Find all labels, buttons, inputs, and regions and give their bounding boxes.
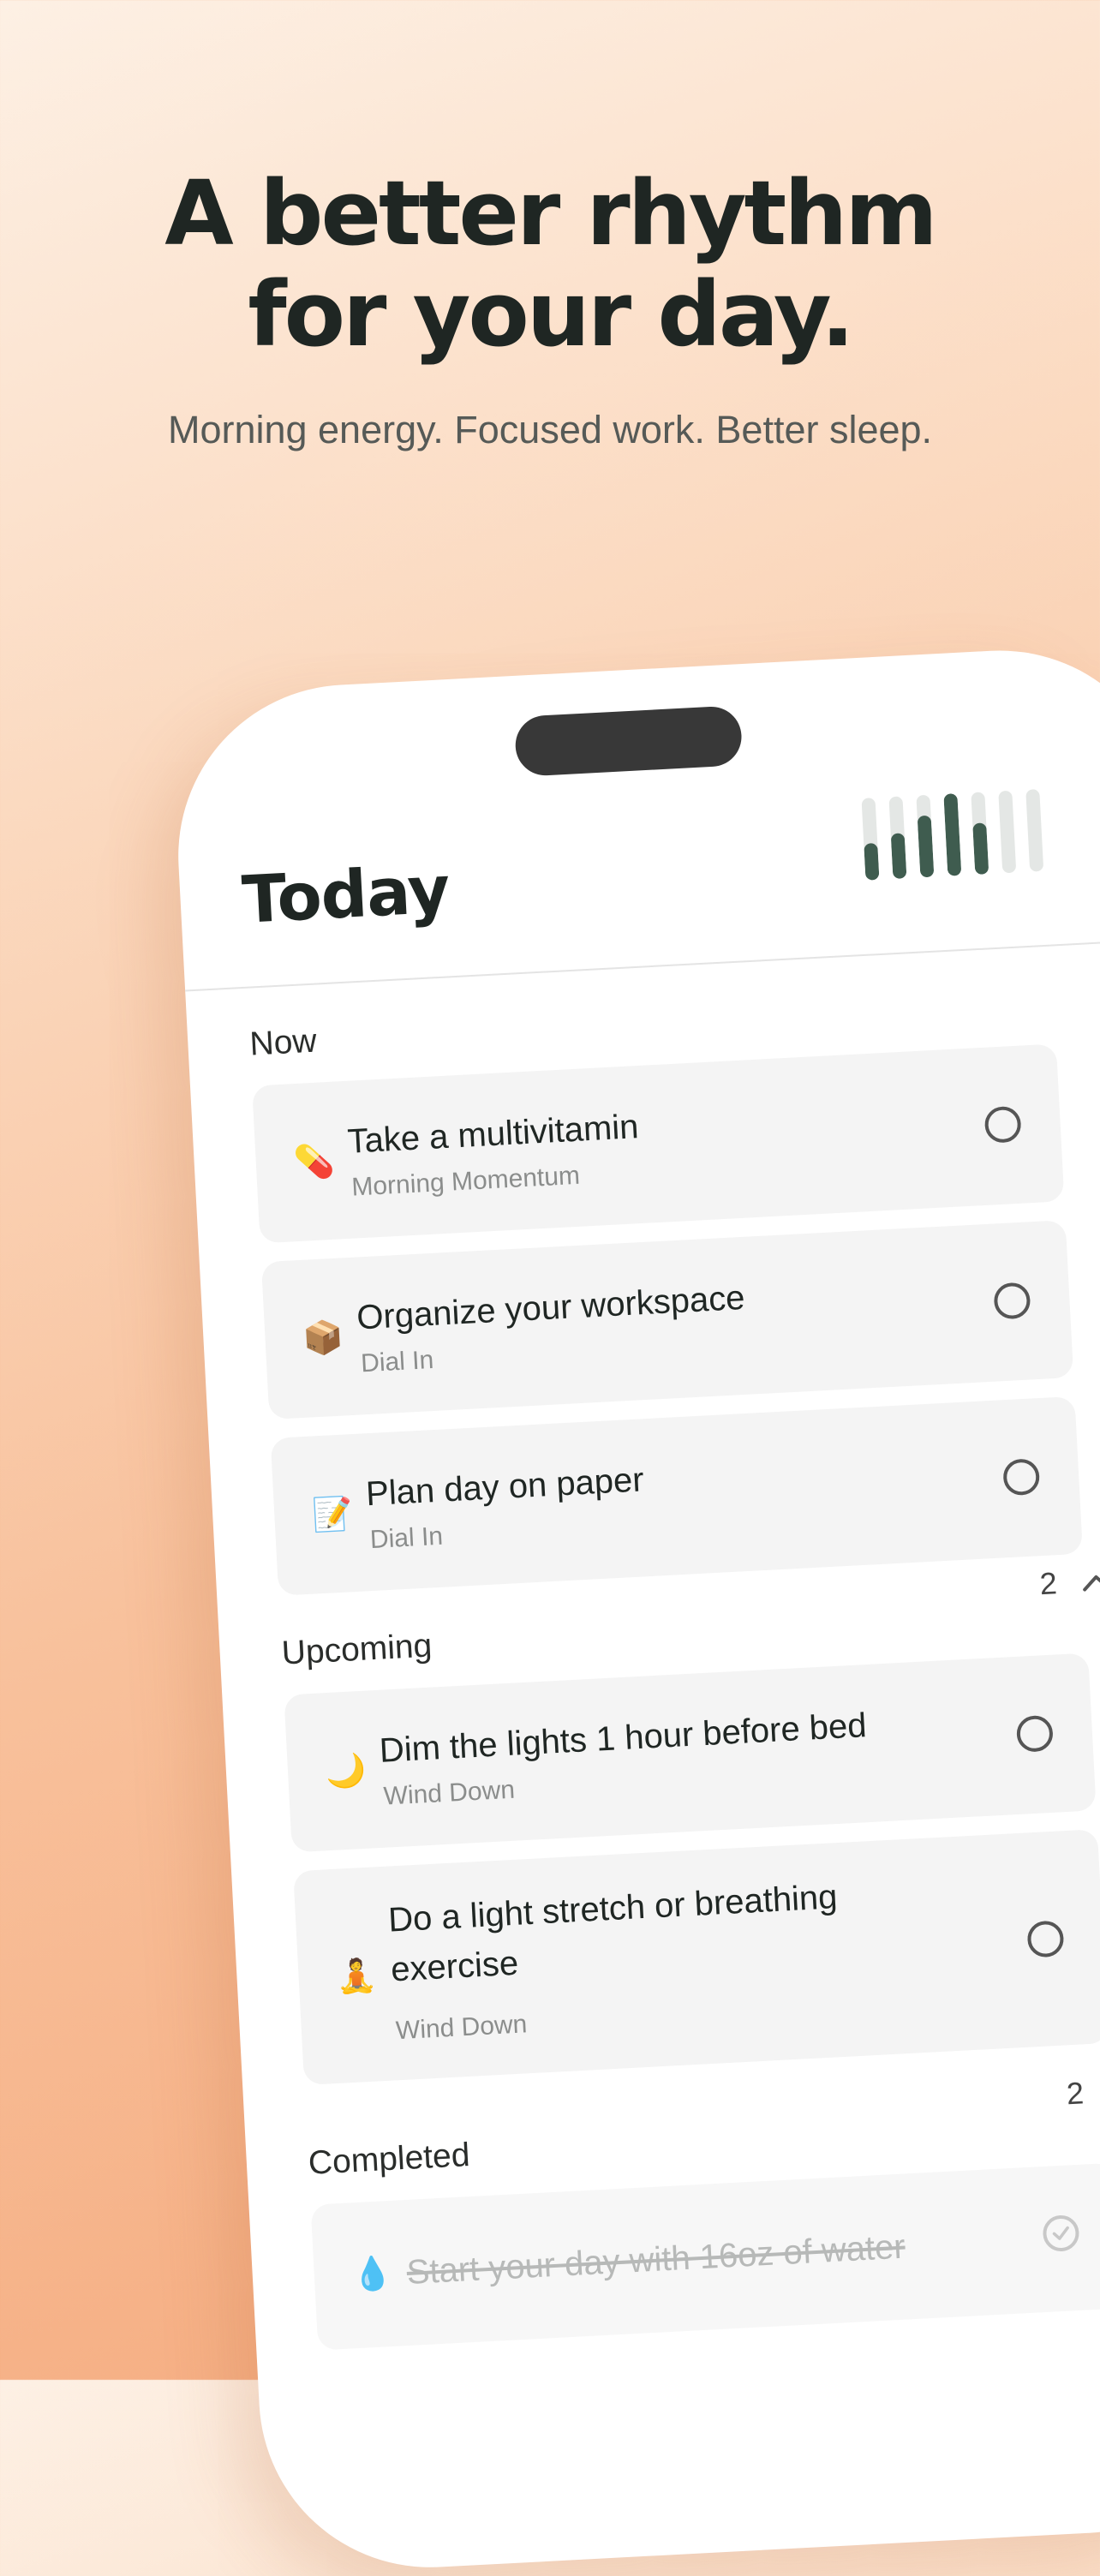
hero-headline: A better rhythm for your day. bbox=[0, 163, 1100, 365]
progress-bar bbox=[971, 792, 989, 876]
task-card[interactable]: 🌙 Dim the lights 1 hour before bed Wind … bbox=[284, 1653, 1097, 1853]
circle-check-icon[interactable] bbox=[1002, 1458, 1041, 1497]
task-title: Plan day on paper bbox=[365, 1461, 645, 1514]
phone-mockup: Today Now 💊 Take a multivitamin Morning … bbox=[170, 642, 1100, 2576]
hero-headline-line1: A better rhythm bbox=[164, 161, 937, 266]
section-count-completed: 2 bbox=[1065, 2075, 1085, 2112]
memo-icon: 📝 bbox=[311, 1494, 354, 1534]
task-routine: Wind Down bbox=[395, 2010, 529, 2046]
progress-bar-fill bbox=[972, 822, 989, 876]
task-routine: Wind Down bbox=[382, 1775, 516, 1811]
progress-bars bbox=[861, 776, 1054, 881]
section-label-completed: Completed bbox=[307, 2137, 471, 2182]
hero-subhead: Morning energy. Focused work. Better sle… bbox=[167, 408, 933, 451]
task-title: Take a multivitamin bbox=[346, 1108, 640, 1161]
task-card[interactable]: 📦 Organize your workspace Dial In bbox=[260, 1220, 1074, 1420]
progress-bar-fill bbox=[890, 833, 907, 880]
task-title: Dim the lights 1 hour before bed bbox=[378, 1706, 868, 1770]
header-divider bbox=[185, 937, 1100, 992]
task-title: Start your day with 16oz of water bbox=[405, 2227, 906, 2292]
progress-bar bbox=[998, 790, 1017, 874]
progress-bar bbox=[861, 798, 880, 881]
meditation-icon: 🧘 bbox=[335, 1956, 379, 1996]
progress-bar-fill bbox=[1002, 872, 1017, 874]
progress-bar bbox=[916, 794, 935, 878]
progress-bar-fill bbox=[1030, 870, 1044, 872]
task-routine: Morning Momentum bbox=[350, 1161, 581, 1202]
progress-bar bbox=[943, 793, 962, 876]
page-title: Today bbox=[240, 851, 451, 938]
task-card[interactable]: 🧘 Do a light stretch or breathing exerci… bbox=[293, 1829, 1100, 2085]
box-icon: 📦 bbox=[302, 1318, 345, 1358]
section-label-upcoming: Upcoming bbox=[280, 1627, 433, 1672]
progress-bar-fill bbox=[943, 793, 962, 876]
task-title: Organize your workspace bbox=[356, 1278, 746, 1337]
droplet-icon: 💧 bbox=[350, 2253, 394, 2294]
circle-check-icon[interactable] bbox=[983, 1105, 1022, 1144]
task-title: Do a light stretch or breathing exercise bbox=[387, 1878, 839, 1989]
progress-bar-fill bbox=[917, 815, 935, 878]
progress-bar bbox=[1025, 789, 1044, 872]
chevron-up-icon[interactable] bbox=[1080, 1569, 1100, 1593]
circle-check-icon[interactable] bbox=[1015, 1714, 1054, 1753]
task-routine: Dial In bbox=[360, 1345, 435, 1378]
circle-check-icon[interactable] bbox=[1026, 1920, 1065, 1958]
hero-headline-line2: for your day. bbox=[248, 262, 854, 367]
circle-check-icon[interactable] bbox=[993, 1282, 1031, 1320]
task-routine: Dial In bbox=[369, 1521, 444, 1555]
progress-bar bbox=[888, 796, 907, 880]
checkmark-icon[interactable] bbox=[1042, 2214, 1080, 2253]
section-label-now: Now bbox=[248, 1022, 318, 1063]
progress-bar-fill bbox=[864, 842, 880, 881]
task-card[interactable]: 📝 Plan day on paper Dial In bbox=[270, 1396, 1083, 1596]
task-card-completed[interactable]: 💧 Start your day with 16oz of water bbox=[310, 2162, 1100, 2351]
pill-icon: 💊 bbox=[292, 1141, 336, 1182]
task-card[interactable]: 💊 Take a multivitamin Morning Momentum bbox=[252, 1043, 1065, 1244]
moon-icon: 🌙 bbox=[324, 1750, 368, 1791]
section-count-upcoming: 2 bbox=[1038, 1565, 1058, 1602]
dynamic-island bbox=[513, 705, 744, 777]
